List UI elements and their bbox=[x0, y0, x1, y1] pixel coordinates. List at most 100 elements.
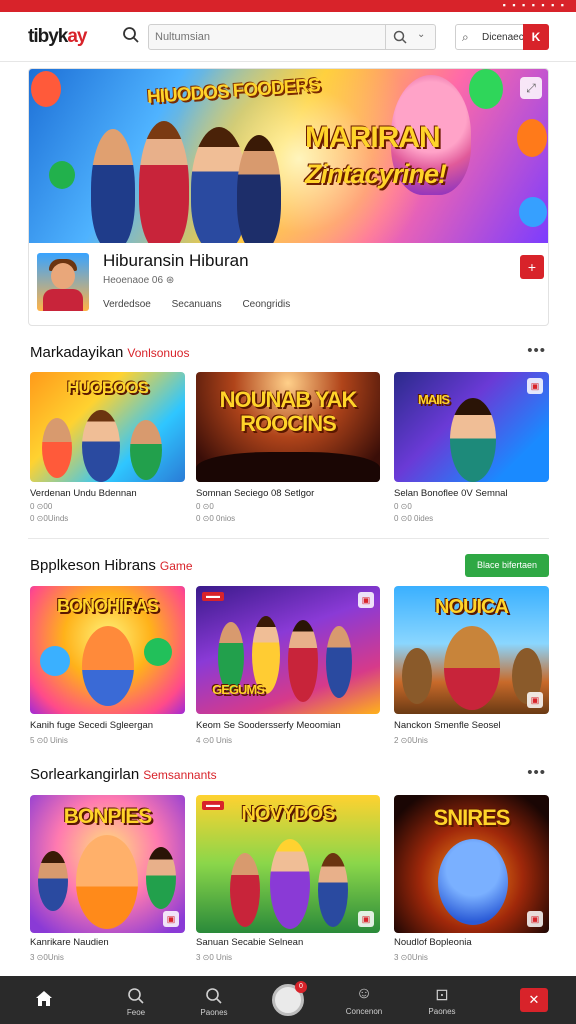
card-meta: 0 ⊙00 bbox=[30, 502, 53, 511]
hero-meta-item[interactable]: Ceongridis bbox=[242, 299, 290, 310]
bookmark-icon[interactable]: ▣ bbox=[163, 911, 179, 927]
nav-item-feed[interactable]: Feoe bbox=[106, 976, 166, 1024]
hero-subtitle: Heoenaoe 06 ⊛ bbox=[103, 275, 175, 286]
search-divider bbox=[385, 25, 386, 49]
nav-item-search[interactable]: Paones bbox=[184, 976, 244, 1024]
card-banner-text: BONOHIRAS bbox=[56, 596, 159, 616]
more-options-icon[interactable]: ••• bbox=[527, 342, 546, 359]
card-thumbnail[interactable]: ▬▬ GEGUMS ▣ bbox=[196, 586, 380, 714]
nav-item-home[interactable] bbox=[14, 976, 74, 1024]
avatar-face bbox=[51, 263, 75, 289]
bookmark-icon[interactable]: ▣ bbox=[358, 911, 374, 927]
card-thumbnail[interactable]: MAIIS ▣ bbox=[394, 372, 549, 482]
section-title-recommended: Sorlearkangirlan Semsannants bbox=[30, 766, 217, 783]
bottom-nav: Feoe Paones 0 ☺ Concenon ⊡ Paones ✕ bbox=[0, 976, 576, 1024]
card-title[interactable]: Sanuan Secabie Selnean bbox=[196, 937, 303, 948]
see-all-button[interactable]: Blace bifertaen bbox=[465, 554, 549, 577]
card-banner-text: HUOBOOS bbox=[67, 378, 149, 397]
card-thumbnail[interactable]: BONPIES ▣ bbox=[30, 795, 185, 933]
character bbox=[76, 835, 138, 929]
card-thumbnail[interactable]: BONOHIRAS bbox=[30, 586, 185, 714]
section-tag[interactable]: Semsannants bbox=[143, 768, 216, 782]
hero-title[interactable]: Hiburansin Hiburan bbox=[103, 251, 249, 271]
character bbox=[38, 851, 68, 911]
search-icon[interactable] bbox=[122, 26, 140, 44]
card-meta: 3 ⊙0 Unis bbox=[196, 953, 233, 962]
character bbox=[444, 626, 500, 710]
bookmark-icon[interactable]: ▣ bbox=[527, 692, 543, 708]
featured-hero-card[interactable]: HIUODOS FOODERS MARIRAN Zintacyrine! ⤢ H… bbox=[28, 68, 549, 326]
character bbox=[40, 646, 70, 676]
hero-info: Hiburansin Hiburan Heoenaoe 06 ⊛ Verdeds… bbox=[29, 243, 548, 325]
top-bar: tibykay ⌄ ⌕ Dicenaec K bbox=[0, 12, 576, 62]
nav-center-button[interactable]: 0 bbox=[272, 981, 307, 1016]
section-tag[interactable]: Vonlsonuos bbox=[127, 346, 189, 360]
notification-badge: 0 bbox=[295, 981, 307, 993]
card-title[interactable]: Verdenan Undu Bdennan bbox=[30, 488, 137, 499]
box-icon: ⊡ bbox=[435, 987, 449, 1004]
wand-icon: ⌕ bbox=[462, 30, 469, 44]
card-title[interactable]: Selan Bonoflee 0V Semnal bbox=[394, 488, 508, 499]
search-icon bbox=[128, 988, 144, 1004]
add-button[interactable]: + bbox=[520, 255, 544, 279]
card-thumbnail[interactable]: ▬▬ NOVYDOS ▣ bbox=[196, 795, 380, 933]
bookmark-icon[interactable]: ▣ bbox=[527, 911, 543, 927]
close-icon[interactable]: ✕ bbox=[520, 988, 548, 1012]
card-meta: 0 ⊙0 0ides bbox=[394, 514, 434, 523]
card-meta: 2 ⊙0Unis bbox=[394, 736, 428, 745]
card-meta: 5 ⊙0 Uinis bbox=[30, 736, 68, 745]
card-thumbnail[interactable]: SNIRES ▣ bbox=[394, 795, 549, 933]
card-banner-text: NOUNAB YAK ROOCINS bbox=[219, 387, 358, 436]
character bbox=[82, 410, 120, 482]
balloon bbox=[519, 197, 547, 227]
section-divider bbox=[28, 538, 549, 539]
character bbox=[146, 847, 176, 909]
card-title[interactable]: Kanrikare Naudien bbox=[30, 937, 109, 948]
discover-button[interactable]: ⌕ Dicenaec K bbox=[455, 24, 549, 50]
card-tag: ▬▬ bbox=[202, 592, 224, 601]
nav-item-community[interactable]: ☺ Concenon bbox=[334, 976, 394, 1024]
hero-meta-item[interactable]: Verdedsoe bbox=[103, 299, 151, 310]
search-box[interactable]: ⌄ bbox=[148, 24, 436, 50]
expand-icon[interactable]: ⤢ bbox=[520, 77, 542, 99]
nav-label: Feoe bbox=[126, 1008, 146, 1017]
card-title[interactable]: Nanckon Smenfle Seosel bbox=[394, 720, 501, 731]
card-meta: 0 ⊙0 bbox=[394, 502, 412, 511]
card-meta: 0 ⊙0 0nios bbox=[196, 514, 236, 523]
character bbox=[130, 420, 162, 480]
bookmark-icon[interactable]: ▣ bbox=[358, 592, 374, 608]
hero-banner-image[interactable]: HIUODOS FOODERS MARIRAN Zintacyrine! ⤢ bbox=[29, 69, 548, 243]
character bbox=[139, 121, 189, 243]
chevron-down-icon[interactable]: ⌄ bbox=[417, 29, 425, 40]
card-banner-text: MAIIS bbox=[417, 392, 450, 407]
logo-main: tibyk bbox=[28, 26, 68, 47]
app-logo[interactable]: tibykay bbox=[28, 26, 88, 48]
close-icon[interactable]: K bbox=[523, 24, 549, 50]
avatar[interactable] bbox=[37, 253, 89, 311]
card-meta: 0 ⊙0 bbox=[196, 502, 214, 511]
card-meta: 4 ⊙0 Unis bbox=[196, 736, 233, 745]
card-banner-text: NOVYDOS bbox=[241, 803, 335, 825]
more-options-icon[interactable]: ••• bbox=[527, 764, 546, 781]
nav-label: Concenon bbox=[345, 1007, 383, 1016]
search-submit-icon[interactable] bbox=[393, 30, 407, 44]
section-tag[interactable]: Game bbox=[160, 559, 193, 573]
card-thumbnail[interactable]: HUOBOOS bbox=[30, 372, 185, 482]
card-title[interactable]: Keom Se Soodersserfy Meoomian bbox=[196, 720, 341, 731]
nav-item-library[interactable]: ⊡ Paones bbox=[412, 976, 472, 1024]
logo-accent: ay bbox=[67, 26, 87, 47]
status-icons: ▪ ▪ ▪ ▪ ▪ ▪ ▪ bbox=[502, 0, 566, 10]
card-thumbnail[interactable]: NOUNAB YAK ROOCINS bbox=[196, 372, 380, 482]
bookmark-icon[interactable]: ▣ bbox=[527, 378, 543, 394]
card-title[interactable]: Noudlof Bopleonia bbox=[394, 937, 472, 948]
character bbox=[91, 129, 135, 243]
balloon bbox=[49, 161, 75, 189]
card-title[interactable]: Kanih fuge Secedi Sgleergan bbox=[30, 720, 153, 731]
section-title-text: Bpplkeson Hibrans bbox=[30, 557, 156, 574]
card-meta: 0 ⊙0Uinds bbox=[30, 514, 69, 523]
search-input[interactable] bbox=[155, 28, 383, 46]
hero-meta-item[interactable]: Secanuans bbox=[172, 299, 222, 310]
card-banner-text: NOUICA bbox=[435, 596, 509, 618]
card-thumbnail[interactable]: NOUICA ▣ bbox=[394, 586, 549, 714]
card-title[interactable]: Somnan Seciego 08 Setlgor bbox=[196, 488, 314, 499]
